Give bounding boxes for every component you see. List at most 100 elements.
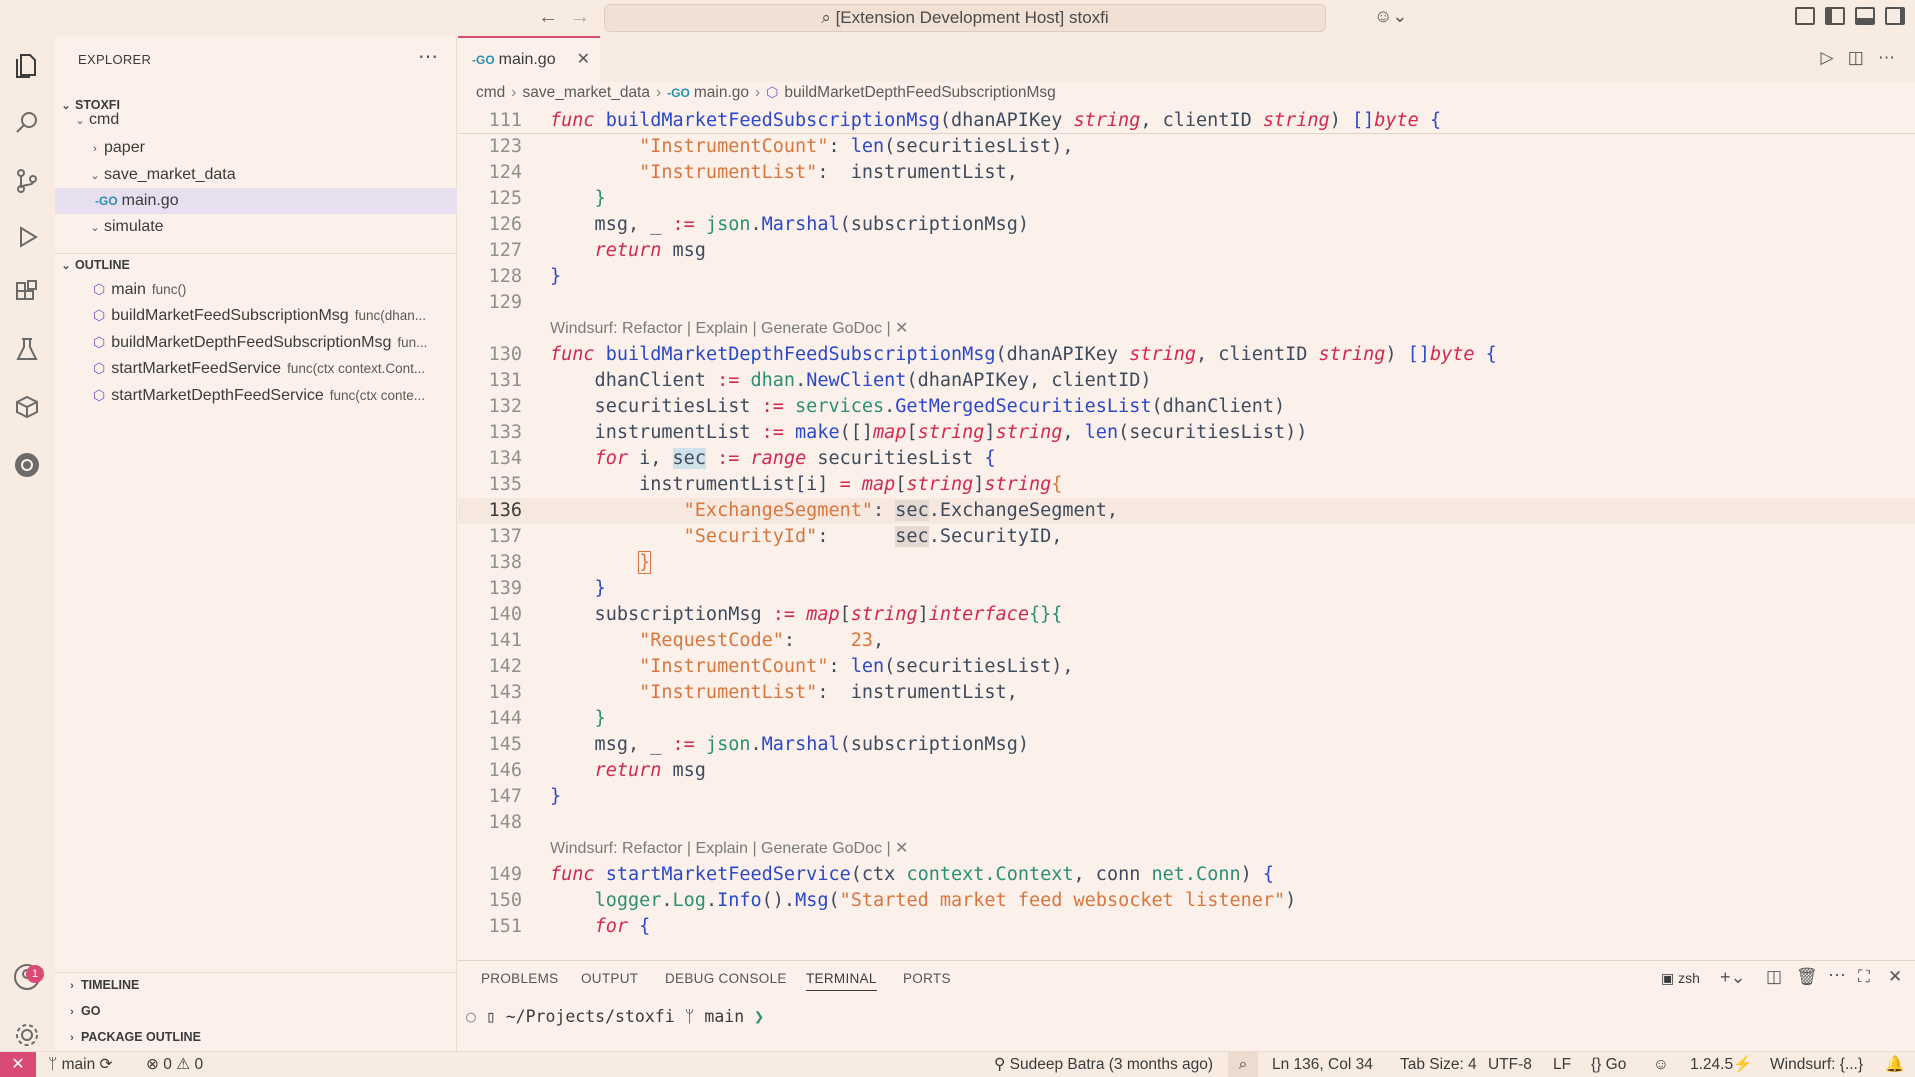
code-lens[interactable]: Windsurf: Refactor | Explain | Generate …	[458, 836, 1915, 862]
code-line: 151 for {	[488, 916, 651, 937]
sync-icon[interactable]: ⟳	[100, 1056, 113, 1073]
prompt-icon: ▯	[485, 1007, 496, 1026]
chevron-right-icon: ›	[93, 143, 97, 155]
split-editor-icon[interactable]: ◫	[1848, 48, 1864, 67]
timeline-section-header[interactable]: › TIMELINE	[55, 972, 457, 996]
git-branch-status[interactable]: ᛘ main ⟳	[48, 1052, 113, 1077]
tab-size[interactable]: Tab Size: 4	[1400, 1052, 1477, 1077]
tab-debug-console[interactable]: DEBUG CONSOLE	[665, 971, 787, 986]
breadcrumb-item[interactable]: buildMarketDepthFeedSubscriptionMsg	[784, 84, 1055, 101]
code-line: 149 func startMarketFeedService(ctx conte…	[488, 864, 1275, 885]
chevron-down-icon: ⌄	[61, 260, 71, 272]
more-actions-icon[interactable]: ⋯	[1828, 965, 1846, 986]
close-icon[interactable]: ✕	[1888, 967, 1902, 987]
remote-indicator-icon[interactable]: ✕	[0, 1052, 36, 1077]
explorer-sidebar: EXPLORER ⋯ ⌄ STOXFI ⌄ cmd › paper ⌄ save_mar…	[55, 36, 457, 1051]
testing-flask-icon[interactable]	[12, 334, 42, 364]
manage-gear-icon[interactable]	[12, 1020, 42, 1050]
method-cube-icon: ⬡	[93, 334, 106, 350]
tab-output[interactable]: OUTPUT	[581, 971, 638, 986]
tab-problems[interactable]: PROBLEMS	[481, 971, 558, 986]
go-file-icon: -GO	[472, 53, 495, 67]
copilot-icon[interactable]: ☺⌄	[1374, 6, 1407, 27]
end-of-line[interactable]: LF	[1553, 1052, 1571, 1077]
breadcrumb-item[interactable]: main.go	[694, 84, 749, 101]
maximize-panel-icon[interactable]: ⛶	[1858, 967, 1870, 987]
windsurf-status[interactable]: Windsurf: {...}	[1770, 1052, 1863, 1077]
outline-item-main[interactable]: ⬡ main func()	[55, 276, 457, 302]
chevron-down-icon: ⌄	[90, 170, 100, 182]
tree-folder-cmd[interactable]: ⌄ cmd	[55, 107, 457, 133]
package-outline-section-header[interactable]: › PACKAGE OUTLINE	[55, 1025, 457, 1049]
extensions-icon[interactable]	[12, 278, 42, 308]
encoding[interactable]: UTF-8	[1488, 1052, 1532, 1077]
copilot-status-icon[interactable]: ☺	[1653, 1052, 1669, 1077]
language-mode[interactable]: {} Go	[1591, 1052, 1626, 1077]
problems-status[interactable]: ⊗ 0 ⚠ 0	[146, 1052, 203, 1077]
command-center[interactable]: ⌕ [Extension Development Host] stoxfi	[604, 4, 1326, 32]
chevron-down-icon: ⌄	[75, 115, 85, 127]
zoom-icon[interactable]: ⌕	[1228, 1052, 1258, 1077]
tree-folder-paper[interactable]: › paper	[55, 135, 457, 161]
outline-item-build-market-feed[interactable]: ⬡ buildMarketFeedSubscriptionMsg func(dhan…	[55, 302, 457, 328]
run-icon[interactable]: ▷	[1821, 48, 1834, 67]
terminal-icon: ▣	[1661, 970, 1679, 986]
activity-bar: 1	[0, 36, 55, 1051]
explorer-icon[interactable]	[12, 50, 42, 80]
source-control-icon[interactable]	[12, 166, 42, 196]
toggle-primary-sidebar-icon[interactable]	[1825, 7, 1845, 25]
go-version[interactable]: 1.24.5⚡	[1690, 1052, 1752, 1077]
sticky-scroll-line[interactable]: 111 func buildMarketFeedSubscriptionMsg(d…	[458, 108, 1915, 134]
forward-arrow-icon[interactable]: →	[570, 6, 590, 29]
accounts-badge: 1	[26, 965, 44, 983]
go-section-header[interactable]: › GO	[55, 999, 457, 1023]
code-line: 141 "RequestCode": 23,	[488, 630, 885, 651]
code-line: 150 logger.Log.Info().Msg("Started marke…	[488, 890, 1297, 911]
method-cube-icon: ⬡	[93, 360, 106, 376]
git-blame-status[interactable]: ⚲ Sudeep Batra (3 months ago)	[994, 1052, 1213, 1077]
branch-icon: ᛘ	[48, 1056, 62, 1073]
commit-icon: ⚲	[994, 1056, 1010, 1073]
close-icon[interactable]: ✕	[577, 38, 590, 82]
code-line-current: 136 "ExchangeSegment": sec.ExchangeSegme…	[458, 498, 1915, 524]
toggle-secondary-sidebar-icon[interactable]	[1885, 7, 1905, 25]
code-lens[interactable]: Windsurf: Refactor | Explain | Generate …	[458, 316, 1915, 342]
split-terminal-icon[interactable]: ◫	[1766, 967, 1782, 987]
outline-item-start-market-feed[interactable]: ⬡ startMarketFeedService func(ctx context.…	[55, 355, 457, 381]
code-line: 123 "InstrumentCount": len(securitiesLis…	[488, 136, 1074, 157]
code-editor[interactable]: 111 func buildMarketFeedSubscriptionMsg(d…	[458, 108, 1915, 958]
outline-item-start-market-depth-feed[interactable]: ⬡ startMarketDepthFeedService func(ctx con…	[55, 382, 457, 408]
code-line: 142 "InstrumentCount": len(securitiesLis…	[488, 656, 1074, 677]
remote-explorer-icon[interactable]	[12, 392, 42, 422]
search-icon[interactable]	[12, 108, 42, 138]
breadcrumb-item[interactable]: save_market_data	[522, 84, 650, 101]
outline-section-header[interactable]: ⌄ OUTLINE	[55, 253, 457, 275]
customize-layout-icon[interactable]	[1795, 7, 1815, 25]
terminal-shell-selector[interactable]: ▣ zsh	[1661, 970, 1700, 987]
code-line: 125 }	[488, 188, 606, 209]
kubernetes-icon[interactable]	[12, 450, 42, 480]
notifications-bell-icon[interactable]: 🔔	[1885, 1052, 1904, 1077]
trash-icon[interactable]: 🗑	[1796, 967, 1818, 987]
tree-folder-save-market-data[interactable]: ⌄ save_market_data	[55, 162, 457, 188]
sidebar-title: EXPLORER	[78, 52, 152, 67]
back-arrow-icon[interactable]: ←	[538, 6, 558, 29]
chevron-right-icon: ›	[70, 980, 74, 992]
terminal-output[interactable]: ○ ▯ ~/Projects/stoxfi ᛘ main ❯	[466, 1007, 764, 1026]
toggle-panel-icon[interactable]	[1855, 7, 1875, 25]
tab-main-go[interactable]: -GO main.go ✕	[458, 36, 600, 82]
chevron-down-icon: ⌄	[90, 222, 100, 234]
breadcrumb-item[interactable]: cmd	[476, 84, 505, 101]
run-debug-icon[interactable]	[12, 222, 42, 252]
more-actions-icon[interactable]: ⋯	[1878, 48, 1895, 67]
code-line: 140 subscriptionMsg := map[string]interf…	[488, 604, 1063, 625]
more-actions-icon[interactable]: ⋯	[418, 44, 438, 69]
tab-ports[interactable]: PORTS	[903, 971, 951, 986]
tree-item-label: paper	[104, 139, 145, 156]
cursor-position[interactable]: Ln 136, Col 34	[1272, 1052, 1373, 1077]
tree-folder-simulate[interactable]: ⌄ simulate	[55, 214, 457, 240]
outline-item-build-market-depth-feed[interactable]: ⬡ buildMarketDepthFeedSubscriptionMsg fun.…	[55, 329, 457, 355]
tree-file-main-go[interactable]: -GO main.go	[55, 188, 457, 214]
tab-terminal[interactable]: TERMINAL	[806, 971, 877, 991]
new-terminal-icon[interactable]: +⌄	[1720, 967, 1746, 988]
